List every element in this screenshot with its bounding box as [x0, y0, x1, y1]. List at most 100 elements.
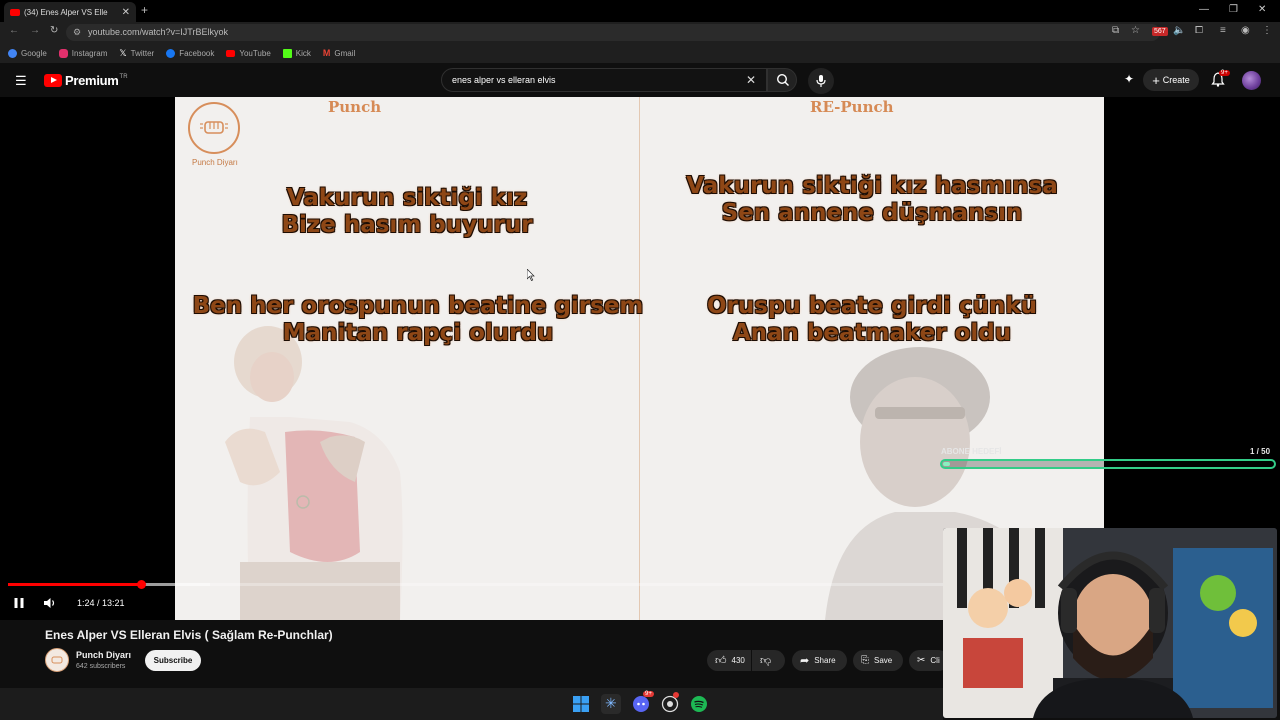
new-tab-icon[interactable]: + — [141, 3, 148, 17]
search-button[interactable] — [767, 68, 797, 92]
channel-fist-icon — [51, 656, 63, 664]
subscriber-goal-fill — [943, 462, 950, 466]
dislike-button[interactable]: 👎︎ — [752, 650, 785, 671]
brand-name: Punch Diyarı — [192, 158, 238, 167]
bookmarks-bar: Google Instagram 𝕏 Twitter Facebook YouTu… — [0, 43, 1280, 63]
media-icon[interactable]: ≡ — [1220, 25, 1226, 36]
streamer-webcam-image — [943, 528, 1277, 718]
sparkle-icon[interactable]: ✦ — [1124, 72, 1134, 86]
audio-icon[interactable]: 🔈 — [1173, 25, 1185, 36]
re-punch-column-title: RE-Punch — [810, 98, 894, 116]
bookmark-instagram[interactable]: Instagram — [58, 48, 107, 58]
video-title: Enes Alper VS Elleran Elvis ( Sağlam Re-… — [45, 628, 333, 642]
left-lyric-1: Vakurun siktiği kız Bize hasım buyurur — [281, 185, 533, 238]
close-tab-icon[interactable]: ✕ — [122, 7, 130, 18]
instagram-icon — [58, 48, 68, 58]
extension-icon[interactable]: 567 — [1152, 27, 1168, 36]
install-icon[interactable]: ⧉ — [1112, 25, 1119, 36]
chrome-icon[interactable] — [660, 692, 680, 714]
extensions-icon[interactable]: ⧠ — [1195, 25, 1203, 36]
left-lyric-2: Ben her orospunun beatine girsem Manitan… — [192, 293, 644, 346]
forward-icon[interactable]: → — [30, 25, 40, 36]
bookmark-youtube[interactable]: YouTube — [226, 49, 271, 58]
facebook-icon — [166, 48, 176, 58]
app-snowflake-icon[interactable]: ✳ — [601, 694, 621, 714]
account-avatar[interactable] — [1242, 71, 1261, 90]
fist-icon — [200, 121, 228, 134]
active-tab[interactable]: (34) Enes Alper VS Elle ✕ — [4, 2, 136, 22]
gmail-icon: M — [322, 48, 331, 58]
youtube-play-icon — [44, 74, 62, 87]
time-display: 1:24 / 13:21 — [77, 598, 125, 608]
bookmark-twitter[interactable]: 𝕏 Twitter — [119, 48, 154, 59]
discord-icon[interactable]: 9+ — [631, 691, 654, 714]
channel-avatar[interactable] — [45, 648, 69, 672]
volume-icon[interactable] — [43, 597, 57, 609]
left-rapper-image — [225, 326, 403, 620]
search-icon — [776, 73, 789, 86]
save-icon: ⎘ — [861, 655, 869, 666]
save-button[interactable]: ⎘ Save — [853, 650, 903, 671]
scissors-icon: ✂ — [917, 655, 926, 666]
search-input[interactable]: enes alper vs elleran elvis — [441, 68, 767, 92]
back-icon[interactable]: ← — [9, 25, 19, 36]
like-count: 430 — [731, 656, 745, 665]
windows-taskbar — [0, 688, 943, 720]
punch-column-title: Punch — [328, 98, 382, 116]
share-label: Share — [814, 656, 836, 665]
webcam-overlay — [943, 528, 1277, 718]
x-logo-icon: 𝕏 — [119, 47, 127, 58]
clip-label: Cli — [930, 656, 940, 665]
create-button[interactable]: + Create — [1143, 69, 1199, 91]
bookmark-kick[interactable]: Kick — [282, 48, 311, 58]
bookmark-gmail[interactable]: M Gmail — [323, 48, 355, 58]
channel-name[interactable]: Punch Diyarı — [76, 650, 131, 660]
thumbs-up-icon: 👍︎ — [715, 655, 727, 667]
window-close-icon[interactable]: ✕ — [1258, 4, 1266, 15]
played-progress — [8, 583, 141, 586]
voice-search-button[interactable] — [808, 68, 834, 94]
site-info-icon[interactable]: ⚙ — [73, 24, 81, 41]
share-button[interactable]: ➦ Share — [792, 650, 847, 671]
bookmark-star-icon[interactable]: ☆ — [1131, 25, 1140, 36]
pause-icon[interactable] — [13, 597, 25, 609]
like-button[interactable]: 👍︎ 430 — [707, 650, 751, 671]
youtube-icon — [226, 49, 236, 57]
share-icon: ➦ — [800, 655, 810, 667]
punch-diyari-logo — [188, 102, 240, 154]
reload-icon[interactable]: ↻ — [50, 25, 58, 36]
maximize-icon[interactable]: ❐ — [1229, 4, 1238, 15]
browser-menu-icon[interactable]: ⋮ — [1262, 25, 1272, 36]
save-label: Save — [874, 656, 893, 665]
url-text: youtube.com/watch?v=IJTrBElkyok — [88, 27, 228, 37]
address-bar[interactable]: ⚙ youtube.com/watch?v=IJTrBElkyok — [66, 24, 1160, 41]
notification-badge: 9+ — [1219, 70, 1230, 76]
navigation-bar: ← → ↻ ⚙ youtube.com/watch?v=IJTrBElkyok … — [0, 22, 1280, 43]
scrubber-handle[interactable] — [136, 580, 146, 589]
profile-icon[interactable]: ◉ — [1241, 25, 1250, 36]
clear-search-icon[interactable]: ✕ — [746, 73, 756, 87]
subscriber-goal-label: ABONE HEDEFİ — [941, 447, 1002, 456]
subscribe-button[interactable]: Subscribe — [145, 650, 201, 671]
mouse-cursor-icon — [527, 269, 535, 281]
plus-icon: + — [1152, 72, 1160, 88]
chrome-notification-dot — [673, 692, 679, 698]
right-lyric-1: Vakurun siktiği kız hasmınsa Sen annene … — [686, 173, 1058, 226]
spotify-icon[interactable] — [689, 694, 709, 714]
subscriber-goal-bar — [940, 459, 1276, 469]
google-icon — [8, 48, 17, 58]
youtube-header: ☰ Premium TR enes alper vs elleran elvis… — [0, 63, 1280, 97]
logo-text: Premium — [65, 73, 119, 88]
region-code: TR — [119, 73, 128, 80]
youtube-premium-logo[interactable]: Premium TR — [44, 73, 128, 88]
hamburger-menu-icon[interactable]: ☰ — [15, 73, 27, 89]
minimize-icon[interactable]: — — [1199, 4, 1209, 15]
right-lyric-2: Oruspu beate girdi çünkü Anan beatmaker … — [706, 293, 1038, 346]
discord-badge: 9+ — [643, 691, 654, 697]
bookmark-google[interactable]: Google — [8, 48, 47, 58]
windows-start-icon[interactable] — [571, 694, 591, 714]
tab-title: (34) Enes Alper VS Elle — [24, 7, 108, 17]
microphone-icon — [816, 75, 826, 87]
bookmark-facebook[interactable]: Facebook — [166, 48, 214, 58]
create-label: Create — [1162, 75, 1190, 85]
